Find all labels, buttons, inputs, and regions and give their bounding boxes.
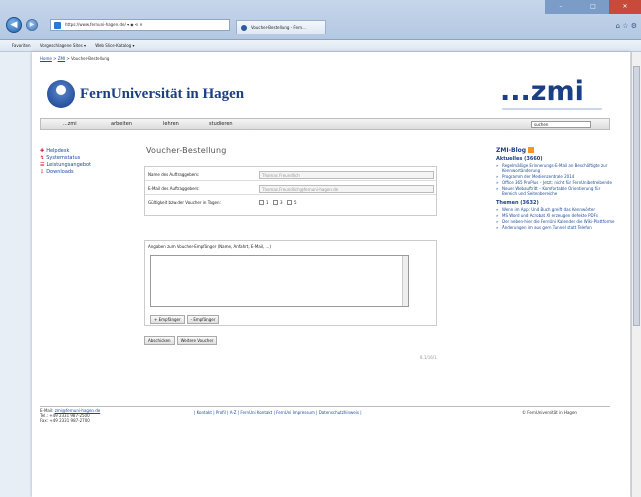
- fernuni-logo-text[interactable]: FernUniversität in Hagen: [80, 86, 244, 103]
- tab-favicon-icon: [241, 25, 247, 31]
- site-icon: [54, 22, 61, 29]
- status-icon: ↯: [40, 155, 45, 161]
- name-field: Thomas Freundlich: [259, 171, 434, 179]
- blog-item[interactable]: Änderungen im aus gern Tunnel statt Tele…: [496, 225, 616, 230]
- fernuni-logo-icon[interactable]: [47, 80, 75, 108]
- footer-divider: [40, 406, 610, 407]
- recipients-label: Angaben zum Voucher-Empfänger (Name, Anf…: [148, 244, 271, 249]
- list-icon: ☰: [40, 162, 45, 168]
- browser-toolbar-icons[interactable]: ⌂ ☆ ⚙: [616, 22, 637, 30]
- search-input[interactable]: suchen: [531, 121, 591, 128]
- download-icon: ⇩: [40, 169, 45, 175]
- favorites-item[interactable]: Web Slice-Katalog ▾: [95, 43, 134, 48]
- submit-button[interactable]: Abschicken: [144, 336, 175, 345]
- validity-checkbox-5[interactable]: [287, 200, 292, 205]
- blog-section-aktuelles[interactable]: Aktuelles (3660): [496, 156, 616, 163]
- scrollbar-thumb[interactable]: [633, 66, 640, 326]
- footer-fax: Fax: +49 2331 987-2700: [40, 418, 90, 423]
- remove-recipient-button[interactable]: - Empfänger: [186, 315, 220, 324]
- address-bar[interactable]: https://www.fernuni-hagen.de/ ▾ ◆ ⟲ ✕: [50, 19, 230, 31]
- favorites-item[interactable]: Vorgeschlagene Sites ▾: [40, 43, 86, 48]
- validity-checkbox-3[interactable]: [273, 200, 278, 205]
- page-scrollbar[interactable]: [631, 52, 641, 497]
- zmi-logo-swoosh: [502, 108, 602, 110]
- sidebar: ✚ Helpdesk ↯ Systemstatus ☰ Leistungsangebo…: [40, 148, 120, 176]
- form-row-name: Name des Auftraggebers: Thomas Freundlic…: [145, 169, 436, 181]
- close-button[interactable]: ✕: [609, 0, 641, 14]
- nav-studieren[interactable]: studieren: [209, 119, 233, 130]
- footer-contact: E-Mail: zmi@fernuni-hagen.de Tel.: +49 2…: [40, 408, 101, 423]
- favorites-bar: Favoriten Vorgeschlagene Sites ▾ Web Sli…: [0, 40, 641, 52]
- more-vouchers-button[interactable]: Weitere Voucher: [176, 336, 218, 345]
- name-label: Name des Auftraggebers:: [148, 172, 200, 177]
- minimize-button[interactable]: –: [545, 0, 577, 14]
- footer-links[interactable]: | Kontakt | Profil | A-Z | FernUni Konta…: [194, 410, 362, 415]
- nav-arbeiten[interactable]: arbeiten: [111, 119, 132, 130]
- breadcrumb-current: Voucher-Bestellung: [71, 56, 110, 61]
- blog-item[interactable]: Der neben-hier die FernUni Kalender die …: [496, 219, 616, 224]
- recipients-section: Angaben zum Voucher-Empfänger (Name, Anf…: [144, 240, 437, 326]
- blog-item[interactable]: Wenn im App: Und Buch greift das Kennwör…: [496, 207, 616, 212]
- web-page: Home > ZMI > Voucher-Bestellung FernUniv…: [32, 52, 630, 497]
- breadcrumb: Home > ZMI > Voucher-Bestellung: [40, 56, 110, 61]
- email-field: Thomas.Freundlich@fernuni-hagen.de: [259, 185, 434, 193]
- recipients-textarea[interactable]: [150, 255, 409, 307]
- zmi-logo[interactable]: ...zmi: [500, 76, 584, 107]
- page-title: Voucher-Bestellung: [146, 146, 227, 155]
- sidebar-item-downloads[interactable]: ⇩ Downloads: [40, 169, 120, 176]
- favorites-item[interactable]: Favoriten: [12, 43, 31, 48]
- main-navigation: ...zmi arbeiten lehren studieren suchen: [40, 118, 610, 130]
- blog-list-themen: Wenn im App: Und Buch greift das Kennwör…: [496, 207, 616, 230]
- blog-item[interactable]: Neuer Webauftritt – Komfortable Orientie…: [496, 186, 616, 196]
- breadcrumb-zmi[interactable]: ZMI: [58, 56, 65, 61]
- form-row-email: E-Mail des Auftraggebers: Thomas.Freundl…: [145, 183, 436, 195]
- sidebar-item-helpdesk[interactable]: ✚ Helpdesk: [40, 148, 120, 155]
- sidebar-item-leistungsangebot[interactable]: ☰ Leistungsangebot: [40, 162, 120, 169]
- blog-item[interactable]: Programm der Medienzentrale 2014: [496, 174, 616, 179]
- blog-sidebar: ZMI-Blog Aktuelles (3660) Regelmäßige Er…: [496, 146, 616, 231]
- recipient-buttons: + Empfänger - Empfänger: [150, 315, 220, 324]
- textarea-scrollbar[interactable]: [402, 256, 408, 306]
- blog-item[interactable]: Regelmäßige Erinnerungs-E-Mail an Beschä…: [496, 163, 616, 173]
- maximize-button[interactable]: □: [577, 0, 609, 14]
- form-row-validity: Gültigkeit bzw.der Voucher in Tagen: 1 3…: [148, 200, 297, 205]
- blog-item[interactable]: Office 365 ProPlus – Jetzt: nicht für Fe…: [496, 180, 616, 185]
- nav-lehren[interactable]: lehren: [163, 119, 179, 130]
- validity-label: Gültigkeit bzw.der Voucher in Tagen:: [148, 200, 221, 205]
- window-controls: – □ ✕: [545, 0, 641, 14]
- order-form: Name des Auftraggebers: Thomas Freundlic…: [144, 166, 437, 216]
- rss-icon[interactable]: [528, 147, 535, 153]
- validity-checkbox-1[interactable]: [259, 200, 264, 205]
- footer-copyright: © FernUniversität in Hagen: [522, 410, 577, 415]
- blog-title[interactable]: ZMI-Blog: [496, 146, 616, 155]
- blog-list-aktuelles: Regelmäßige Erinnerungs-E-Mail an Beschä…: [496, 163, 616, 196]
- breadcrumb-home[interactable]: Home: [40, 56, 52, 61]
- form-actions: Abschicken Weitere Voucher: [144, 336, 218, 345]
- add-recipient-button[interactable]: + Empfänger: [150, 315, 185, 324]
- email-label: E-Mail des Auftraggebers:: [148, 186, 200, 191]
- form-version: 8.1/16/1: [420, 355, 437, 360]
- browser-titlebar: ◀ ▶ https://www.fernuni-hagen.de/ ▾ ◆ ⟲ …: [0, 0, 641, 40]
- back-button[interactable]: ◀: [6, 17, 22, 33]
- sidebar-item-systemstatus[interactable]: ↯ Systemstatus: [40, 155, 120, 162]
- tab-voucher[interactable]: Voucher-Bestellung - Fern...: [236, 20, 326, 34]
- forward-button[interactable]: ▶: [26, 19, 38, 31]
- plus-icon: ✚: [40, 148, 45, 154]
- blog-section-themen[interactable]: Themen (3632): [496, 200, 616, 207]
- blog-item[interactable]: MS Word und Acrobat XI erzeugen defekte …: [496, 213, 616, 218]
- nav-zmi[interactable]: ...zmi: [63, 119, 77, 130]
